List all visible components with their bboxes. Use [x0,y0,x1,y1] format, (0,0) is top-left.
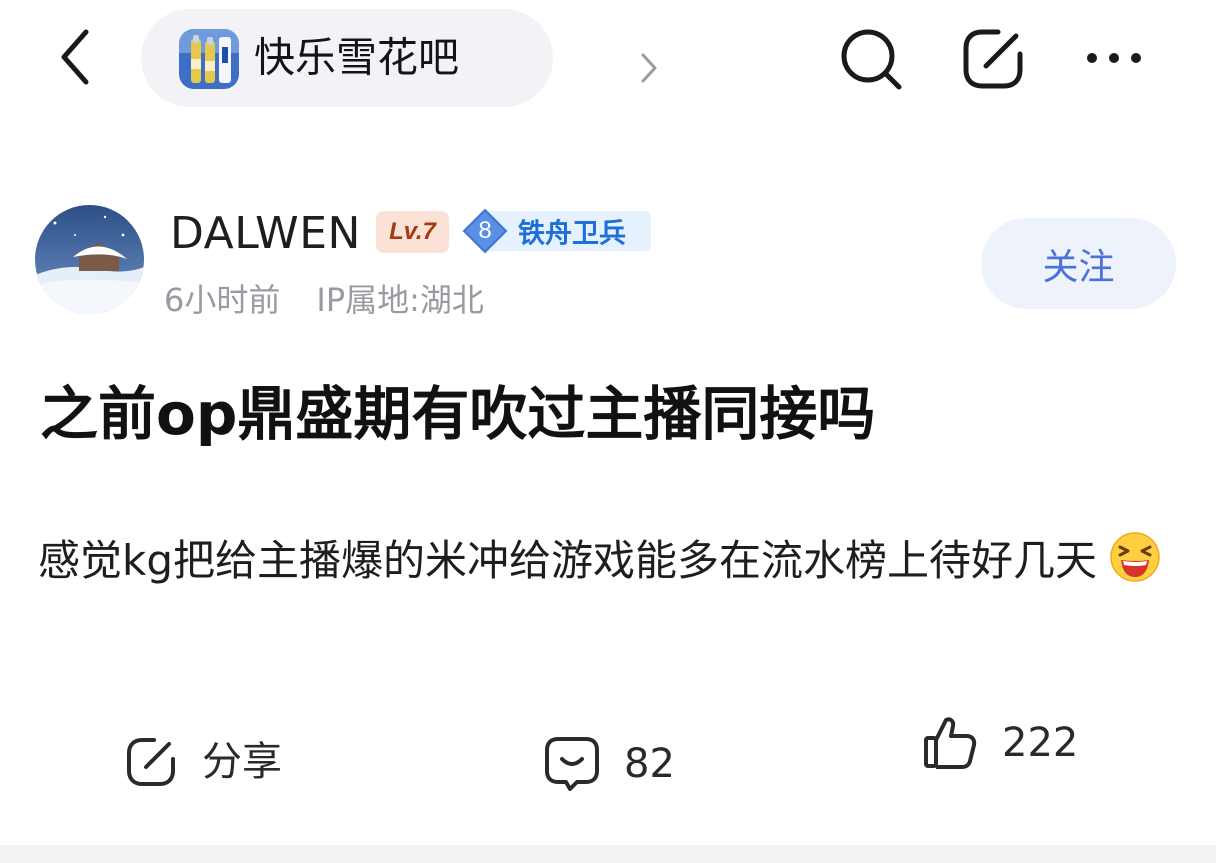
share-label: 分享 [202,739,282,785]
search-button[interactable] [836,24,906,94]
follow-button[interactable]: 关注 [981,218,1176,309]
author-avatar[interactable] [35,205,144,314]
more-dots-icon [1087,53,1141,63]
comment-icon [545,737,599,791]
post-title: 之前op鼎盛期有吹过主播同接吗 [40,380,876,448]
more-button[interactable] [1082,38,1146,78]
search-icon [841,29,902,90]
level-badge: Lv.7 [376,211,449,253]
post-time: 6小时前 [164,281,281,319]
rank-number: 8 [478,217,492,244]
forum-logo [179,29,239,89]
like-button[interactable]: 222 [922,714,1078,772]
forum-name: 快乐雪花吧 [254,33,459,82]
post-detail-screen: 快乐雪花吧 DALWEN Lv.7 8 铁舟卫兵 6小时前 IP属地:湖北 关注… [0,0,1216,863]
post-body-text: 感觉kg把给主播爆的米冲给游戏能多在流水榜上待好几天 [38,536,1097,585]
edit-icon [963,29,1023,89]
chevron-left-icon [61,29,89,85]
edit-button[interactable] [958,24,1028,94]
chevron-right-icon [641,53,657,83]
post-meta: 6小时前 IP属地:湖北 [164,281,484,319]
author-name[interactable]: DALWEN [170,210,361,258]
thumbs-up-icon [924,717,977,769]
share-button[interactable]: 分享 [124,735,282,789]
laughing-emoji-icon [1110,532,1160,582]
share-icon [127,738,175,786]
back-button[interactable] [54,24,100,90]
comment-count: 82 [624,741,675,787]
bottom-divider [0,845,1216,863]
rank-title: 铁舟卫兵 [518,218,626,250]
ip-location: IP属地:湖北 [316,281,484,319]
post-body: 感觉kg把给主播爆的米冲给游戏能多在流水榜上待好几天 [38,520,1183,602]
rank-badge: 8 铁舟卫兵 [461,208,651,254]
like-count: 222 [1002,720,1079,766]
comment-button[interactable]: 82 [544,735,675,793]
forum-entry-button[interactable]: 快乐雪花吧 [141,9,657,107]
